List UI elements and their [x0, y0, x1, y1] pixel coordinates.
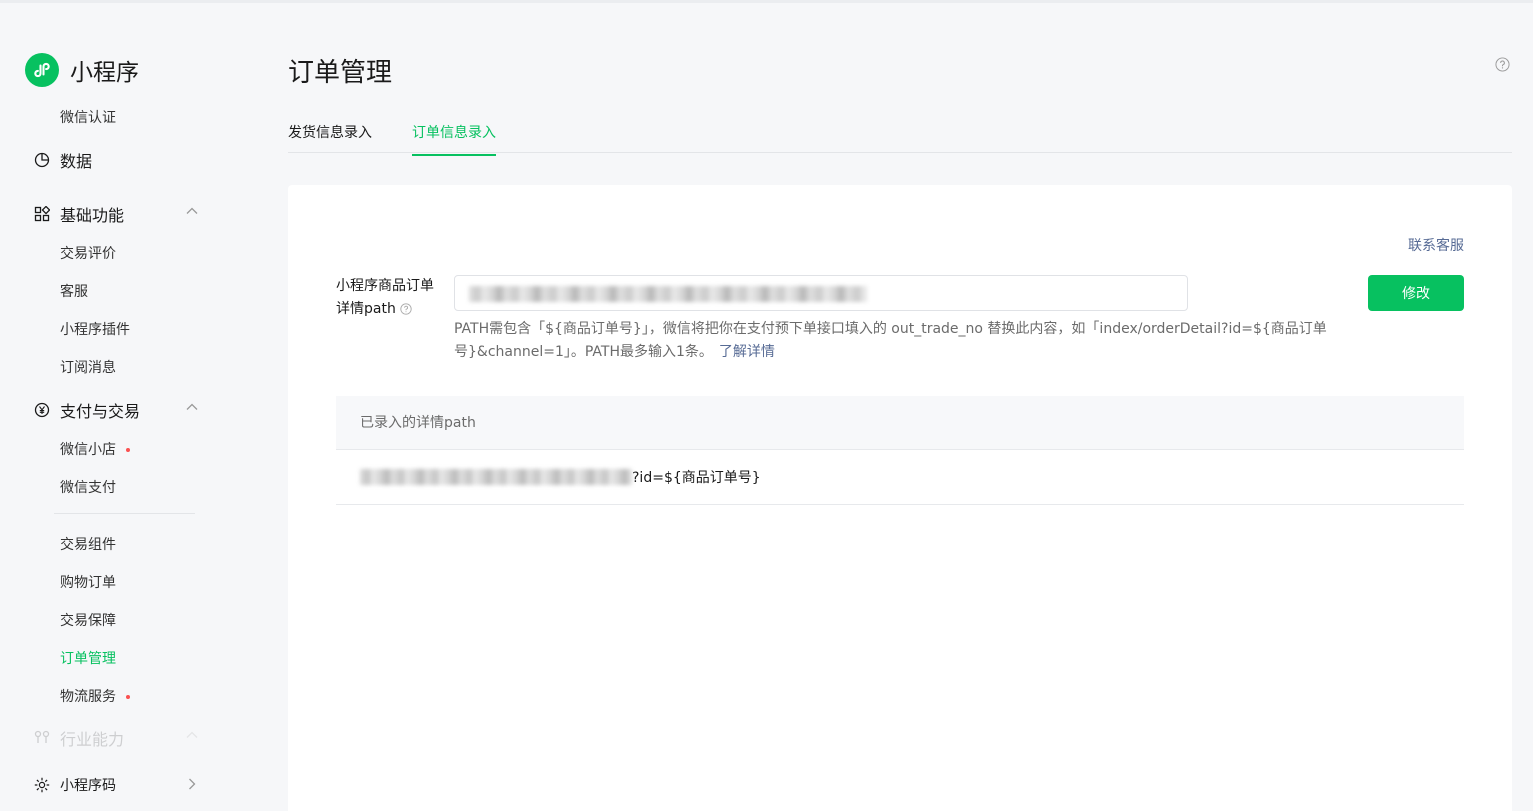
sidebar: 小程序 微信认证 数据 基础功能 交易评价 客服 小程序插件 订阅消息 支付与交… [0, 3, 232, 811]
path-hint-text: PATH需包含「${商品订单号}」，微信将把你在支付预下单接口填入的 out_t… [454, 321, 1327, 360]
sidebar-item-order-management[interactable]: 订单管理 [60, 648, 116, 668]
sun-code-icon [34, 777, 50, 793]
tab-shipping-info[interactable]: 发货信息录入 [288, 122, 372, 154]
grid-icon [34, 206, 50, 222]
new-badge-dot [126, 448, 130, 452]
page-title: 订单管理 [288, 58, 393, 88]
sidebar-item-trade-review[interactable]: 交易评价 [60, 243, 116, 263]
yen-icon [34, 402, 50, 418]
sidebar-item-logistics[interactable]: 物流服务 [60, 686, 130, 706]
sidebar-item-plugins[interactable]: 小程序插件 [60, 319, 130, 339]
app-logo[interactable]: 小程序 [25, 53, 139, 87]
sidebar-group-label: 支付与交易 [60, 402, 141, 421]
tab-order-info[interactable]: 订单信息录入 [412, 122, 496, 156]
sidebar-item-label: 物流服务 [60, 689, 116, 705]
tab-bar: 发货信息录入 订单信息录入 [288, 100, 1512, 156]
sidebar-group-label: 行业能力 [60, 730, 125, 749]
sidebar-item-customer-service[interactable]: 客服 [60, 281, 88, 301]
blurred-path-prefix [360, 469, 632, 485]
chevron-up-icon[interactable] [185, 204, 199, 218]
path-hint: PATH需包含「${商品订单号}」，微信将把你在支付预下单接口填入的 out_t… [454, 318, 1334, 364]
learn-more-link[interactable]: 了解详情 [719, 344, 775, 360]
chevron-right-icon[interactable] [185, 777, 199, 791]
sidebar-group-pay[interactable]: 支付与交易 [34, 398, 140, 422]
sidebar-group-industry[interactable]: 行业能力 [34, 726, 124, 750]
sidebar-group-data[interactable]: 数据 [34, 148, 92, 172]
sidebar-item-trade-guarantee[interactable]: 交易保障 [60, 610, 116, 630]
help-icon[interactable] [1495, 57, 1510, 72]
industry-icon [34, 730, 50, 746]
sidebar-divider [54, 513, 195, 514]
path-field-label: 小程序商品订单详情path [336, 275, 446, 321]
sidebar-group-label: 数据 [60, 152, 93, 171]
sidebar-group-label: 基础功能 [60, 206, 125, 225]
miniprogram-logo-icon [25, 53, 59, 87]
sidebar-item-shopping-orders[interactable]: 购物订单 [60, 572, 116, 592]
content-card: 联系客服 小程序商品订单详情path 修改 PATH需包含「${商品订单号}」，… [288, 185, 1512, 811]
contact-support-link[interactable]: 联系客服 [1408, 235, 1464, 255]
pie-chart-icon [34, 152, 50, 168]
path-field-label-text: 小程序商品订单详情path [336, 278, 434, 317]
question-icon[interactable] [400, 303, 412, 315]
sidebar-group-basic[interactable]: 基础功能 [34, 202, 124, 226]
sidebar-item-trade-component[interactable]: 交易组件 [60, 534, 116, 554]
path-input[interactable] [454, 275, 1188, 311]
modify-button[interactable]: 修改 [1368, 275, 1464, 311]
sidebar-item-subscribe-msg[interactable]: 订阅消息 [60, 357, 116, 377]
sidebar-item-wechat-store[interactable]: 微信小店 [60, 439, 130, 459]
sidebar-item-miniprogram-code[interactable]: 小程序码 [34, 775, 116, 795]
table-row: ?id=${商品订单号} [336, 450, 1464, 505]
path-suffix: ?id=${商品订单号} [632, 470, 761, 486]
new-badge-dot [126, 695, 130, 699]
sidebar-item-wechat-pay[interactable]: 微信支付 [60, 477, 116, 497]
sidebar-item-wechat-verify[interactable]: 微信认证 [60, 107, 116, 127]
blurred-path-value [469, 286, 867, 302]
app-name: 小程序 [70, 60, 139, 86]
chevron-up-icon[interactable] [185, 728, 199, 742]
sidebar-item-label: 微信小店 [60, 442, 116, 458]
sidebar-group-label: 小程序码 [60, 778, 116, 794]
table-header: 已录入的详情path [336, 396, 1464, 450]
chevron-up-icon[interactable] [185, 400, 199, 414]
